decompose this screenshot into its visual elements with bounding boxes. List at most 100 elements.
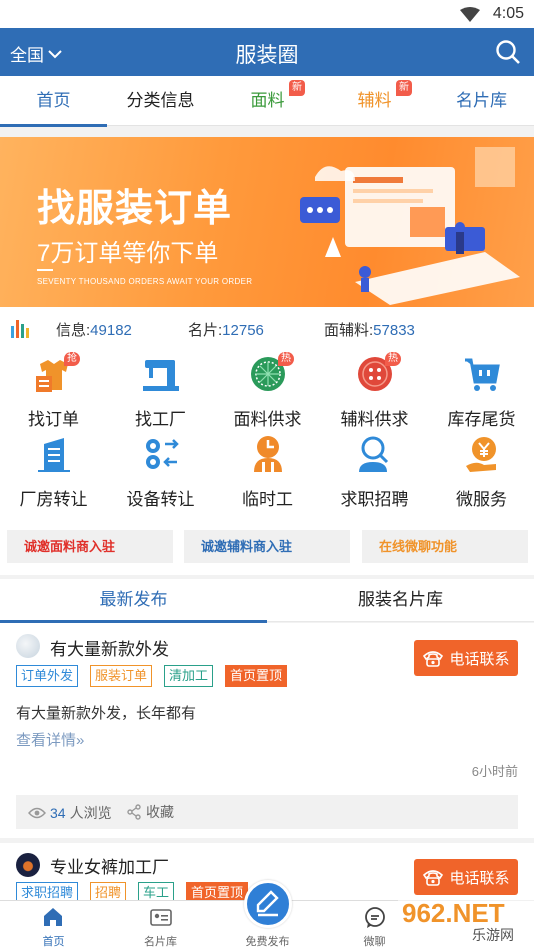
grid-label: 找工厂 — [135, 410, 186, 429]
avatar — [16, 853, 40, 877]
yuan-hand-icon — [466, 437, 496, 472]
publish-icon — [256, 890, 279, 917]
grid-item-plant-transfer[interactable]: 厂房转让 — [0, 429, 107, 509]
tab-card-library[interactable]: 名片库 — [428, 76, 534, 126]
tag: 服装订单 — [90, 665, 153, 687]
tag: 招聘 — [90, 882, 127, 900]
stat-value: 57833 — [373, 322, 415, 339]
favorite-button[interactable]: 收藏 — [126, 802, 174, 822]
tab-label: 名片库 — [456, 91, 507, 110]
nav-label: 免费发布 — [245, 936, 290, 948]
grid-item-find-order[interactable]: 抢 找订单 — [0, 349, 107, 429]
bar-chart-icon — [11, 320, 29, 338]
home-icon — [44, 908, 62, 926]
tab-home[interactable]: 首页 — [0, 76, 107, 127]
stat-label: 名片: — [188, 322, 223, 339]
chat-icon — [365, 907, 385, 928]
search-icon[interactable] — [495, 39, 521, 65]
stat-value: 49182 — [90, 322, 132, 339]
banner-tagline: SEVENTY THOUSAND ORDERS AWAIT YOUR ORDER — [37, 277, 253, 286]
tab-latest[interactable]: 最新发布 — [0, 579, 267, 623]
grid-item-micro-service[interactable]: 微服务 — [428, 429, 534, 509]
nav-card-library[interactable]: 名片库 — [107, 901, 214, 949]
tab-fabric[interactable]: 面料新 — [214, 76, 321, 126]
call-label: 电话联系 — [449, 869, 510, 887]
stat-label: 面辅料: — [324, 322, 374, 339]
card-icon — [150, 909, 172, 926]
tag: 清加工 — [164, 665, 214, 687]
feed-tabs: 最新发布 服装名片库 — [0, 579, 534, 623]
tag: 车工 — [138, 882, 175, 900]
tab-classified[interactable]: 分类信息 — [107, 76, 214, 126]
stat-value: 12756 — [222, 322, 264, 339]
eye-icon — [28, 807, 46, 819]
grid-label: 设备转让 — [126, 490, 195, 509]
tag-pinned: 首页置顶 — [225, 665, 288, 687]
hot-badge: 热 — [278, 352, 294, 366]
watermark-text: 962.NET — [402, 898, 505, 928]
new-badge: 新 — [289, 80, 305, 96]
call-label: 电话联系 — [449, 650, 510, 668]
new-badge: 新 — [396, 80, 412, 96]
tab-label: 辅料 — [357, 91, 392, 110]
job-search-icon — [359, 436, 389, 472]
grid-label: 辅料供求 — [340, 410, 409, 429]
grid-item-temp-worker[interactable]: 临时工 — [214, 429, 321, 509]
views-number: 34 — [50, 805, 66, 821]
grid-item-jobs[interactable]: 求职招聘 — [321, 429, 428, 509]
post-title: 专业女裤加工厂 — [50, 858, 169, 877]
grid-label: 微服务 — [456, 490, 507, 509]
banner-divider — [37, 269, 53, 271]
tag: 求职招聘 — [16, 882, 79, 900]
grid-label: 厂房转让 — [19, 490, 88, 509]
gears-icon — [146, 439, 179, 469]
app-bar: 全国 服装圈 — [0, 28, 534, 76]
grid-item-stock[interactable]: 库存尾货 — [428, 349, 534, 429]
status-time: 4:05 — [492, 5, 524, 22]
post-time: 6小时前 — [471, 764, 518, 779]
favorite-label: 收藏 — [146, 804, 174, 820]
grid-label: 面料供求 — [233, 410, 302, 429]
promo-strip: 诚邀面料商入驻 诚邀辅料商入驻 在线微聊功能 — [0, 519, 534, 575]
wifi-icon — [460, 7, 480, 22]
grid-item-find-factory[interactable]: 找工厂 — [107, 349, 214, 429]
promo-banner[interactable]: 找服装订单 7万订单等你下单 SEVENTY THOUSAND ORDERS A… — [0, 137, 534, 307]
views-count: 34 人浏览 — [28, 803, 112, 823]
feature-grid: 抢 找订单 找工厂 热 面料供求 热 辅料供求 库存尾货 厂房转让 设备转让 临… — [0, 349, 534, 519]
tag: 订单外发 — [16, 665, 79, 687]
views-label: 人浏览 — [69, 805, 112, 821]
post-stats-bar: 34 人浏览 收藏 — [16, 795, 518, 829]
stat-label: 信息: — [56, 322, 91, 339]
post-card[interactable]: 有大量新款外发 电话联系 订单外发 服装订单 清加工 首页置顶 有大量新款外发，… — [0, 623, 534, 838]
online-chat-button[interactable]: 在线微聊功能 — [362, 530, 528, 563]
phone-icon — [423, 870, 444, 886]
avatar — [16, 634, 40, 658]
grid-item-equipment-transfer[interactable]: 设备转让 — [107, 429, 214, 509]
category-tabs: 首页 分类信息 面料新 辅料新 名片库 — [0, 76, 534, 127]
grab-badge: 抢 — [64, 352, 80, 366]
stat-materials: 面辅料:57833 — [324, 319, 415, 340]
view-details-link[interactable]: 查看详情» — [16, 729, 84, 750]
nav-label: 名片库 — [144, 936, 177, 948]
grid-label: 求职招聘 — [340, 490, 409, 509]
site-watermark: 962.NET 乐游网 — [398, 896, 534, 944]
call-button[interactable]: 电话联系 — [414, 859, 518, 895]
invite-accessory-button[interactable]: 诚邀辅料商入驻 — [184, 530, 350, 563]
nav-label: 首页 — [42, 936, 65, 948]
stats-row: 信息:49182 名片:12756 面辅料:57833 — [0, 307, 534, 349]
grid-item-fabric[interactable]: 热 面料供求 — [214, 349, 321, 429]
nav-home[interactable]: 首页 — [0, 901, 107, 949]
grid-item-accessories[interactable]: 热 辅料供求 — [321, 349, 428, 429]
invite-fabric-button[interactable]: 诚邀面料商入驻 — [7, 530, 173, 563]
cart-icon — [465, 358, 500, 391]
post-description: 有大量新款外发，长年都有 — [16, 705, 197, 722]
post-title: 有大量新款外发 — [50, 640, 169, 659]
tab-accessories[interactable]: 辅料新 — [321, 76, 428, 126]
share-icon — [127, 804, 141, 820]
banner-headline: 找服装订单 — [37, 188, 233, 230]
stat-info: 信息:49182 — [56, 319, 132, 340]
tab-apparel-cards[interactable]: 服装名片库 — [267, 579, 534, 622]
call-button[interactable]: 电话联系 — [414, 640, 518, 676]
publish-button[interactable] — [244, 880, 292, 928]
banner-subline: 7万订单等你下单 — [37, 240, 219, 267]
